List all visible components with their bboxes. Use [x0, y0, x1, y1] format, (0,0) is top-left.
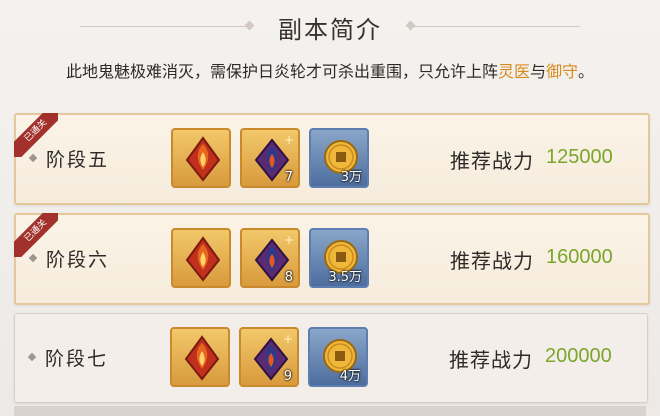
- reward-slot[interactable]: 3万: [309, 128, 369, 188]
- stage-bullet-icon: [27, 352, 37, 362]
- recommended-power-value: 200000: [545, 345, 612, 367]
- reward-quantity: 3.5万: [328, 270, 362, 285]
- dungeon-description: 此地鬼魅极难消灭，需保护日炎轮才可杀出重围，只允许上阵灵医与御守。: [0, 58, 660, 82]
- stage-row[interactable]: 已通关 阶段五 + 7 3万 推荐战力 125000: [14, 113, 650, 205]
- recommended-power-label: 推荐战力: [450, 149, 534, 173]
- recommended-power-value: 125000: [546, 146, 613, 168]
- description-connector: 与: [529, 62, 546, 81]
- reward-quantity: 4万: [339, 369, 361, 384]
- reward-slot[interactable]: [171, 228, 231, 288]
- reward-quantity: 7: [284, 170, 293, 185]
- stage-name: 阶段五: [46, 149, 110, 171]
- reward-slot[interactable]: 4万: [308, 327, 368, 387]
- reward-slot[interactable]: + 7: [240, 128, 300, 188]
- stage-row[interactable]: 阶段七 + 9 4万 推荐战力 200000: [14, 313, 648, 403]
- recommended-power-label: 推荐战力: [450, 249, 534, 273]
- recommended-power-value: 160000: [546, 246, 613, 268]
- reward-slot[interactable]: [170, 327, 230, 387]
- stage-row[interactable]: 已通关 阶段六 + 8 3.5万 推荐战力 160000: [14, 213, 650, 305]
- next-row-edge: [14, 406, 646, 416]
- reward-quantity: 3万: [340, 170, 362, 185]
- class-highlight-guardian: 御守: [546, 62, 579, 81]
- stage-name: 阶段七: [45, 348, 109, 370]
- class-highlight-healer: 灵医: [497, 62, 530, 81]
- page-title: 副本简介: [278, 16, 382, 44]
- red-fire-fragment-icon: [185, 236, 221, 282]
- reward-slot[interactable]: + 9: [239, 327, 299, 387]
- reward-quantity: 8: [284, 270, 293, 285]
- stage-name: 阶段六: [46, 249, 110, 271]
- red-fire-fragment-icon: [185, 136, 221, 182]
- reward-slot[interactable]: + 8: [240, 228, 300, 288]
- reward-slot[interactable]: [171, 128, 231, 188]
- recommended-power-label: 推荐战力: [449, 348, 533, 372]
- dungeon-intro-panel: 副本简介 此地鬼魅极难消灭，需保护日炎轮才可杀出重围，只允许上阵灵医与御守。 已…: [0, 0, 660, 416]
- description-end: 。: [578, 62, 595, 81]
- svg-text:+: +: [284, 133, 294, 147]
- reward-quantity: 9: [283, 369, 292, 384]
- svg-text:+: +: [283, 332, 293, 346]
- svg-text:+: +: [284, 233, 294, 247]
- description-text: 此地鬼魅极难消灭，需保护日炎轮才可杀出重围，只允许上阵: [65, 62, 498, 81]
- red-fire-fragment-icon: [184, 335, 220, 381]
- reward-slot[interactable]: 3.5万: [309, 228, 369, 288]
- title-decor-right: [408, 26, 580, 27]
